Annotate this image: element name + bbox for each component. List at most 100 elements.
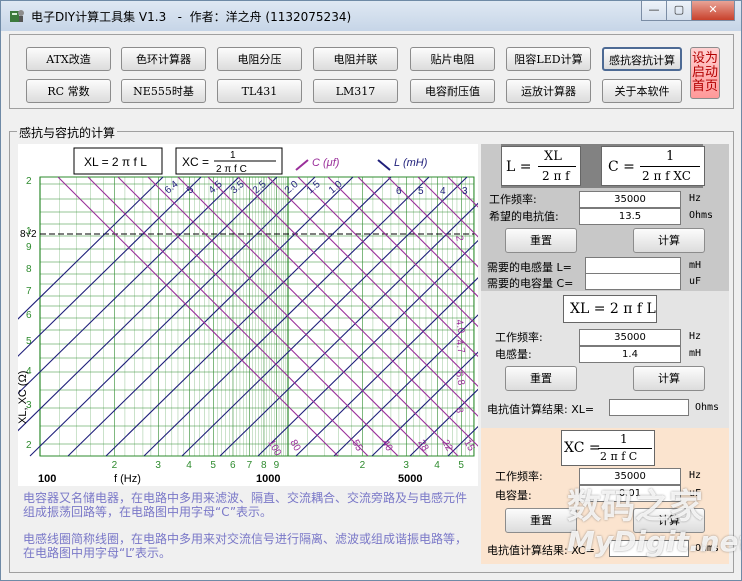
tool-button-row1-6[interactable]: 感抗容抗计算 (602, 47, 682, 71)
x-minor-label: 6 (230, 460, 236, 471)
xc-freq-label: 工作频率: (495, 470, 543, 483)
fraction-bar (598, 448, 652, 449)
plot-area (39, 176, 475, 457)
xl-freq-input[interactable]: 35000 (579, 329, 681, 346)
minimize-button[interactable]: — (641, 1, 667, 21)
tool-button-row1-4[interactable]: 贴片电阻 (410, 47, 495, 71)
y-tick-label: 7 (26, 286, 32, 297)
tool-button-row2-4[interactable]: 电容耐压值 (410, 79, 495, 103)
tool-button-row1-0[interactable]: ATX改造 (26, 47, 111, 71)
xl-ind-input[interactable]: 1.4 (579, 346, 681, 363)
tool-button-row2-6[interactable]: 关于本软件 (602, 79, 682, 103)
x-major-label: 100 (38, 473, 56, 485)
y-tick-label: 2 (26, 176, 32, 187)
x-minor-label: 5 (210, 460, 216, 471)
x-minor-label: 4 (434, 460, 440, 471)
formula-c: C = 1 2 π f XC (601, 146, 705, 186)
xl-result-output[interactable] (609, 399, 689, 416)
lc-reactance-unit: Ohms (689, 210, 714, 221)
need-c-unit: uF (689, 276, 702, 287)
xl-panel: XL = 2 π f L 工作频率: 35000 Hz 电感量: 1.4 mH … (481, 291, 729, 428)
legend-c-arrow (295, 159, 309, 171)
xl-reset-button[interactable]: 重置 (505, 366, 577, 391)
need-l-unit: mH (689, 260, 702, 271)
tool-button-row1-1[interactable]: 色环计算器 (121, 47, 206, 71)
xl-calc-button[interactable]: 计算 (633, 366, 705, 391)
tool-button-row1-3[interactable]: 电阻并联 (313, 47, 398, 71)
l-line-label: 6 (396, 186, 402, 197)
y-tick-label: 9 (26, 242, 32, 253)
xl-formula: XL = 2 π f L (563, 295, 657, 323)
chart-formula-c-left: XC = (182, 155, 209, 169)
x-minor-label: 4 (186, 460, 192, 471)
y-tick-label: 2 (26, 440, 32, 451)
tool-button-row2-3[interactable]: LM317 (313, 79, 398, 103)
app-icon (10, 10, 24, 22)
nomogram-svg: XL = 2 π f L XC = 12 π f CC (μf) L (mH)2198… (1, 147, 734, 485)
y-tick-label: 5 (26, 336, 32, 347)
legend-l: L (mH) (394, 157, 428, 169)
need-l-output[interactable] (585, 257, 681, 274)
x-minor-label: 2 (112, 460, 118, 471)
xl-ind-unit: mH (689, 348, 702, 359)
y-tick-label: 6 (26, 310, 32, 321)
x-minor-label: 3 (155, 460, 161, 471)
lc-reset-button[interactable]: 重置 (505, 228, 577, 253)
y-tick-label: 8 (26, 264, 32, 275)
xl-freq-unit: Hz (689, 331, 702, 342)
app-window: 电子DIY计算工具集 V1.3 - 作者：洋之舟 (1132075234) — … (0, 0, 742, 581)
lc-freq-label: 工作频率: (489, 193, 537, 206)
lc-freq-unit: Hz (689, 193, 702, 204)
l-line-label: 4 (440, 186, 446, 197)
inductor-description: 电感线圈简称线圈，在电路中多用来对交流信号进行隔离、滤波或组成谐振电路等，在电路… (23, 532, 468, 560)
maximize-button[interactable]: ▢ (666, 1, 692, 21)
lc-freq-input[interactable]: 35000 (579, 191, 681, 208)
need-l-label: 需要的电感量 L= (487, 261, 572, 274)
lc-calc-button[interactable]: 计算 (633, 228, 705, 253)
chart-formula-l: XL = 2 π f L (84, 155, 147, 169)
chart-formula-c-den: 2 π f C (216, 164, 247, 175)
capacitor-description: 电容器又名储电器，在电路中多用来滤波、隔直、交流耦合、交流旁路及与电感元件组成振… (23, 491, 468, 519)
x-minor-label: 7 (247, 460, 253, 471)
watermark-en: MyDigit.net (567, 525, 742, 558)
tool-button-row1-5[interactable]: 阻容LED计算 (506, 47, 591, 71)
xl-ind-label: 电感量: (495, 348, 532, 361)
window-title: 电子DIY计算工具集 V1.3 - 作者：洋之舟 (1132075234) (31, 10, 352, 24)
tool-button-row1-2[interactable]: 电阻分压 (217, 47, 302, 71)
legend-l-arrow (377, 159, 391, 171)
group-title: 感抗与容抗的计算 (17, 124, 118, 141)
x-major-label: 5000 (398, 473, 422, 485)
xl-freq-label: 工作频率: (495, 331, 543, 344)
chart-formula-c-num: 1 (230, 150, 236, 161)
xl-result-unit: Ohms (695, 402, 720, 413)
xl-result-label: 电抗值计算结果: XL= (487, 403, 595, 416)
close-button[interactable]: ✕ (691, 1, 735, 21)
xc-cap-label: 电容量: (495, 489, 532, 502)
need-c-label: 需要的电容量 C= (487, 277, 574, 290)
x-axis-label: f (Hz) (114, 473, 141, 485)
fraction-bar (640, 166, 700, 167)
y-axis-label: XL, XC (Ω) (18, 371, 29, 424)
xc-formula: XC = 1 2 π f C (561, 430, 655, 466)
tool-button-row2-0[interactable]: RC 常数 (26, 79, 111, 103)
l-line-label: 3 (462, 186, 468, 197)
tool-button-row2-2[interactable]: TL431 (217, 79, 302, 103)
tool-button-row2-1[interactable]: NE555时基 (121, 79, 206, 103)
x-minor-label: 5 (458, 460, 464, 471)
x-minor-label: 8 (261, 460, 267, 471)
lc-reactance-label: 希望的电抗值: (489, 210, 559, 223)
x-major-label: 1000 (256, 473, 280, 485)
formula-l: L = XL 2 π f (501, 146, 581, 186)
watermark-cn: 数码之家 (567, 487, 703, 527)
x-minor-label: 9 (274, 460, 280, 471)
fraction-bar (538, 166, 576, 167)
y-special-label: 8√2 (20, 228, 37, 240)
nomogram-chart: XL = 2 π f L XC = 1 2 π f CC (μf) L (mH) 2 1 9 8… (1, 144, 734, 486)
lc-reactance-input[interactable]: 13.5 (579, 208, 681, 225)
lc-panel: L = XL 2 π f C = 1 2 π f XC 工作频率: 35000 … (481, 144, 729, 291)
title-bar[interactable]: 电子DIY计算工具集 V1.3 - 作者：洋之舟 (1132075234) — … (1, 1, 741, 31)
tool-button-row2-5[interactable]: 运放计算器 (506, 79, 591, 103)
need-c-output[interactable] (585, 273, 681, 290)
set-startup-button[interactable]: 设为启动首页 (690, 47, 720, 99)
x-minor-label: 3 (403, 460, 409, 471)
